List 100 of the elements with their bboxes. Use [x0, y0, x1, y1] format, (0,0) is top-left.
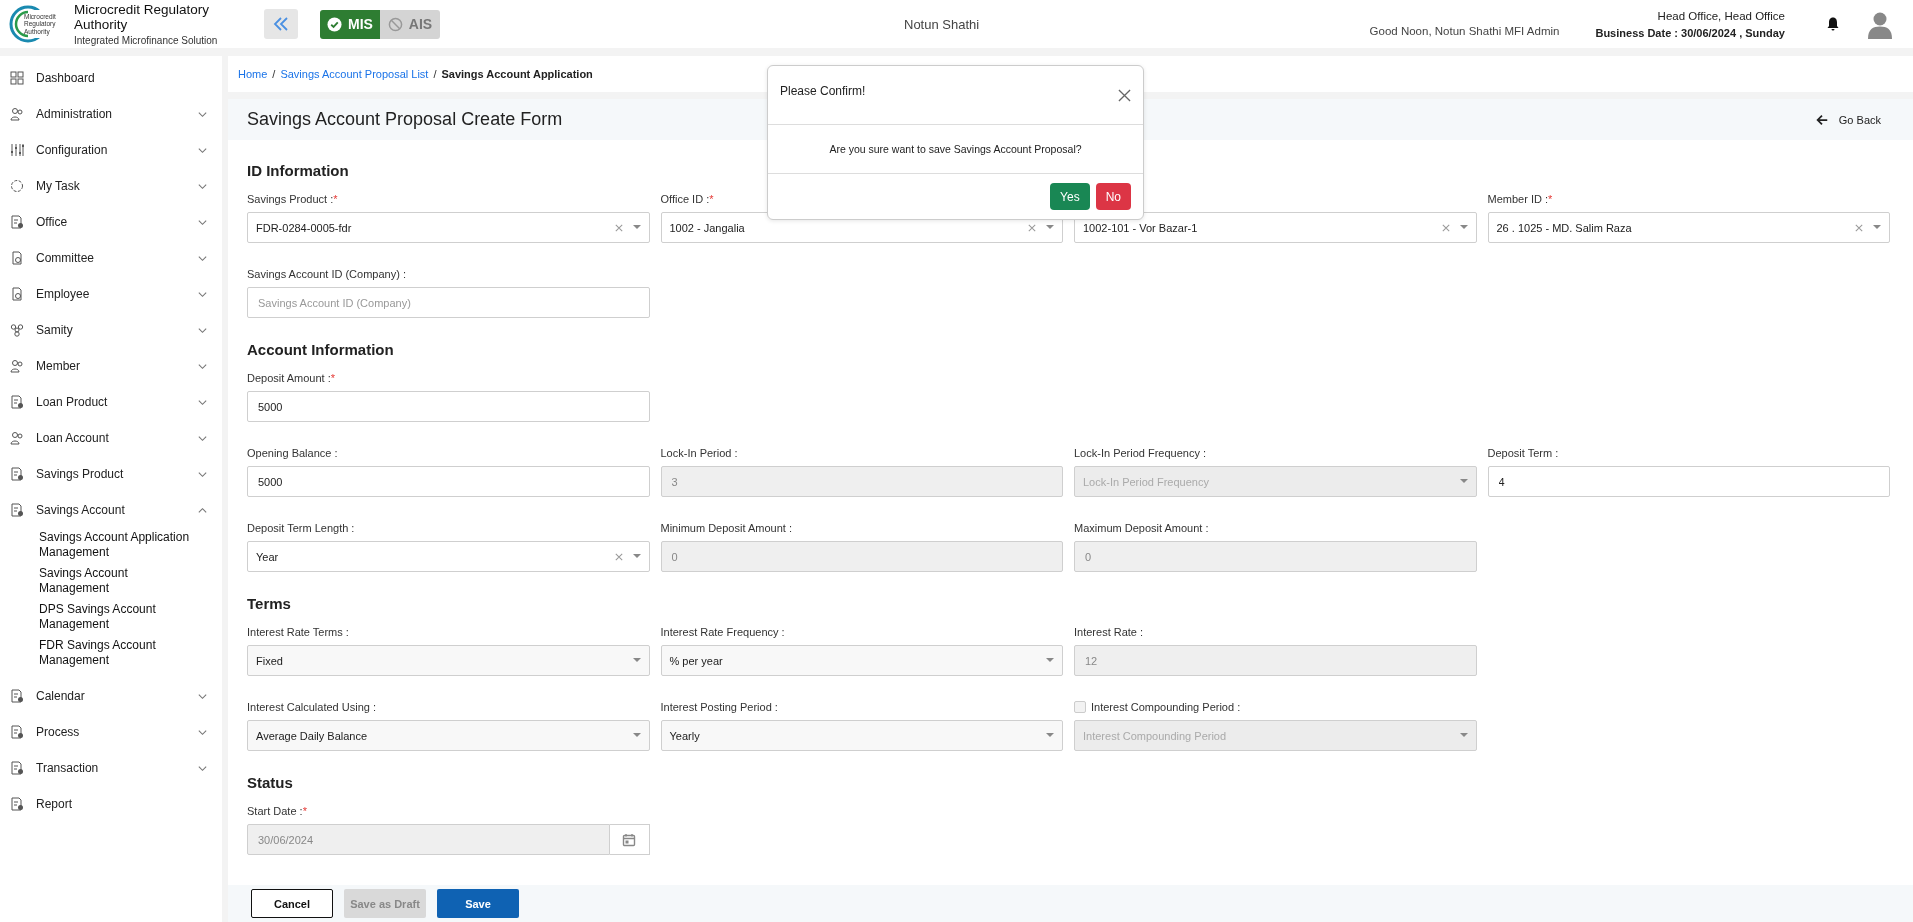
collapse-sidebar-button[interactable] — [264, 9, 298, 39]
calendar-icon — [622, 832, 636, 847]
sidebar-item[interactable]: Savings Product — [0, 456, 222, 492]
document-icon — [10, 215, 24, 229]
sidebar-item[interactable]: Loan Product — [0, 384, 222, 420]
field-label: Interest Rate Terms : — [247, 625, 349, 638]
section-heading: Terms — [247, 595, 292, 612]
field-label: Minimum Deposit Amount : — [660, 521, 792, 534]
sidebar-subitem[interactable]: FDR Savings Account Management — [39, 638, 199, 668]
input-field[interactable]: 5000 — [247, 391, 650, 422]
caret-icon — [1046, 658, 1054, 663]
close-icon[interactable] — [1118, 88, 1131, 102]
document-icon — [10, 467, 24, 481]
calendar-button[interactable] — [609, 824, 650, 855]
sidebar-item[interactable]: Calendar — [0, 678, 222, 714]
people-icon — [10, 107, 24, 121]
yes-button[interactable]: Yes — [1050, 183, 1090, 210]
check-icon — [327, 16, 343, 32]
sidebar-item[interactable]: Administration — [0, 96, 222, 132]
flower-icon — [10, 323, 24, 337]
arrow-left-icon — [1814, 112, 1829, 127]
clear-icon[interactable] — [614, 223, 623, 232]
field-label: Interest Posting Period : — [660, 700, 778, 713]
people-icon — [10, 431, 24, 445]
breadcrumb-current: Savings Account Application — [441, 68, 593, 80]
dialog-message: Are you sure want to save Savings Account Proposal? — [829, 143, 1082, 155]
field-label: Deposit Term : — [1487, 446, 1559, 459]
field-label: Interest Calculated Using : — [247, 700, 376, 713]
breadcrumb-link[interactable]: Home — [238, 68, 268, 80]
sidebar-item[interactable]: Loan Account — [0, 420, 222, 456]
document-icon — [10, 395, 24, 409]
select-field[interactable]: FDR-0284-0005-fdr — [247, 212, 650, 243]
cancel-button[interactable]: Cancel — [251, 889, 333, 918]
document-icon — [10, 797, 24, 811]
circle-icon — [10, 179, 24, 193]
field-label: Interest Compounding Period : — [1091, 700, 1241, 713]
people-icon — [10, 359, 24, 373]
breadcrumb-link[interactable]: Savings Account Proposal List — [280, 68, 429, 80]
clear-icon[interactable] — [614, 552, 623, 561]
sidebar-item[interactable]: Process — [0, 714, 222, 750]
breadcrumb-separator: / — [272, 68, 276, 80]
clear-icon[interactable] — [1441, 223, 1450, 232]
field-label: Savings Product :* — [247, 192, 338, 205]
field-label: Interest Rate Frequency : — [660, 625, 785, 638]
sidebar-subitem[interactable]: Savings Account Application Management — [39, 530, 199, 560]
app-name: Notun Shathi — [904, 17, 980, 32]
field-label: Deposit Term Length : — [247, 521, 355, 534]
document-icon — [10, 251, 24, 265]
select-field[interactable]: 1002-101 - Vor Bazar-1 — [1074, 212, 1477, 243]
caret-icon — [1459, 733, 1468, 738]
select-field[interactable]: 26 . 1025 - MD. Salim Raza — [1487, 212, 1890, 243]
select-field[interactable]: Fixed — [247, 645, 650, 676]
sidebar-item[interactable]: Committee — [0, 240, 222, 276]
sidebar-item[interactable]: Savings Account — [0, 492, 222, 528]
module-tab[interactable]: MIS — [320, 9, 380, 39]
sidebar-item[interactable]: Dashboard — [0, 60, 222, 96]
select-field[interactable]: % per year — [660, 645, 1063, 676]
business-date: Business Date : 30/06/2024 , Sunday — [1595, 26, 1785, 39]
document-icon — [10, 287, 24, 301]
input-field[interactable]: Savings Account ID (Company) — [247, 287, 650, 318]
select-field[interactable]: Average Daily Balance — [247, 720, 650, 751]
caret-icon — [632, 658, 641, 663]
select-field[interactable]: Yearly — [660, 720, 1063, 751]
sidebar-item[interactable]: Member — [0, 348, 222, 384]
document-icon — [10, 725, 24, 739]
sidebar-subitem[interactable]: Savings Account Management — [39, 566, 199, 596]
field-label: Lock-In Period Frequency : — [1074, 446, 1207, 459]
sidebar-item[interactable]: Report — [0, 786, 222, 822]
grid-icon — [10, 71, 24, 85]
bell-icon[interactable] — [1825, 16, 1841, 32]
document-icon — [10, 689, 24, 703]
dialog-title: Please Confirm! — [780, 84, 866, 98]
sidebar-item[interactable]: Employee — [0, 276, 222, 312]
clear-icon[interactable] — [1028, 223, 1036, 232]
sidebar-subitem[interactable]: DPS Savings Account Management — [39, 602, 199, 632]
sliders-icon — [10, 143, 24, 157]
field-label: Deposit Amount :* — [247, 371, 336, 384]
field-label: Interest Rate : — [1074, 625, 1144, 638]
save-button[interactable]: Save — [437, 889, 519, 918]
greeting: Good Noon, Notun Shathi MFI Admin — [1369, 25, 1560, 37]
go-back-button[interactable]: Go Back — [1808, 111, 1887, 128]
input-field[interactable]: 4 — [1487, 466, 1890, 497]
caret-icon — [1046, 225, 1054, 230]
select-field[interactable]: Year — [247, 541, 650, 572]
ban-icon — [387, 16, 403, 32]
sidebar-item[interactable]: Configuration — [0, 132, 222, 168]
no-button[interactable]: No — [1095, 183, 1131, 210]
field-label: Opening Balance : — [247, 446, 338, 459]
caret-icon — [632, 554, 641, 559]
sidebar-item[interactable]: Samity — [0, 312, 222, 348]
breadcrumb-separator: / — [433, 68, 437, 80]
input-field[interactable]: 5000 — [247, 466, 650, 497]
sidebar-item[interactable]: Transaction — [0, 750, 222, 786]
clear-icon[interactable] — [1855, 223, 1863, 232]
caret-icon — [1459, 225, 1468, 230]
sidebar-item[interactable]: Office — [0, 204, 222, 240]
form-title: Savings Account Proposal Create Form — [247, 109, 563, 130]
section-heading: Account Information — [247, 341, 395, 358]
sidebar-item[interactable]: My Task — [0, 168, 222, 204]
caret-icon — [1459, 479, 1468, 484]
